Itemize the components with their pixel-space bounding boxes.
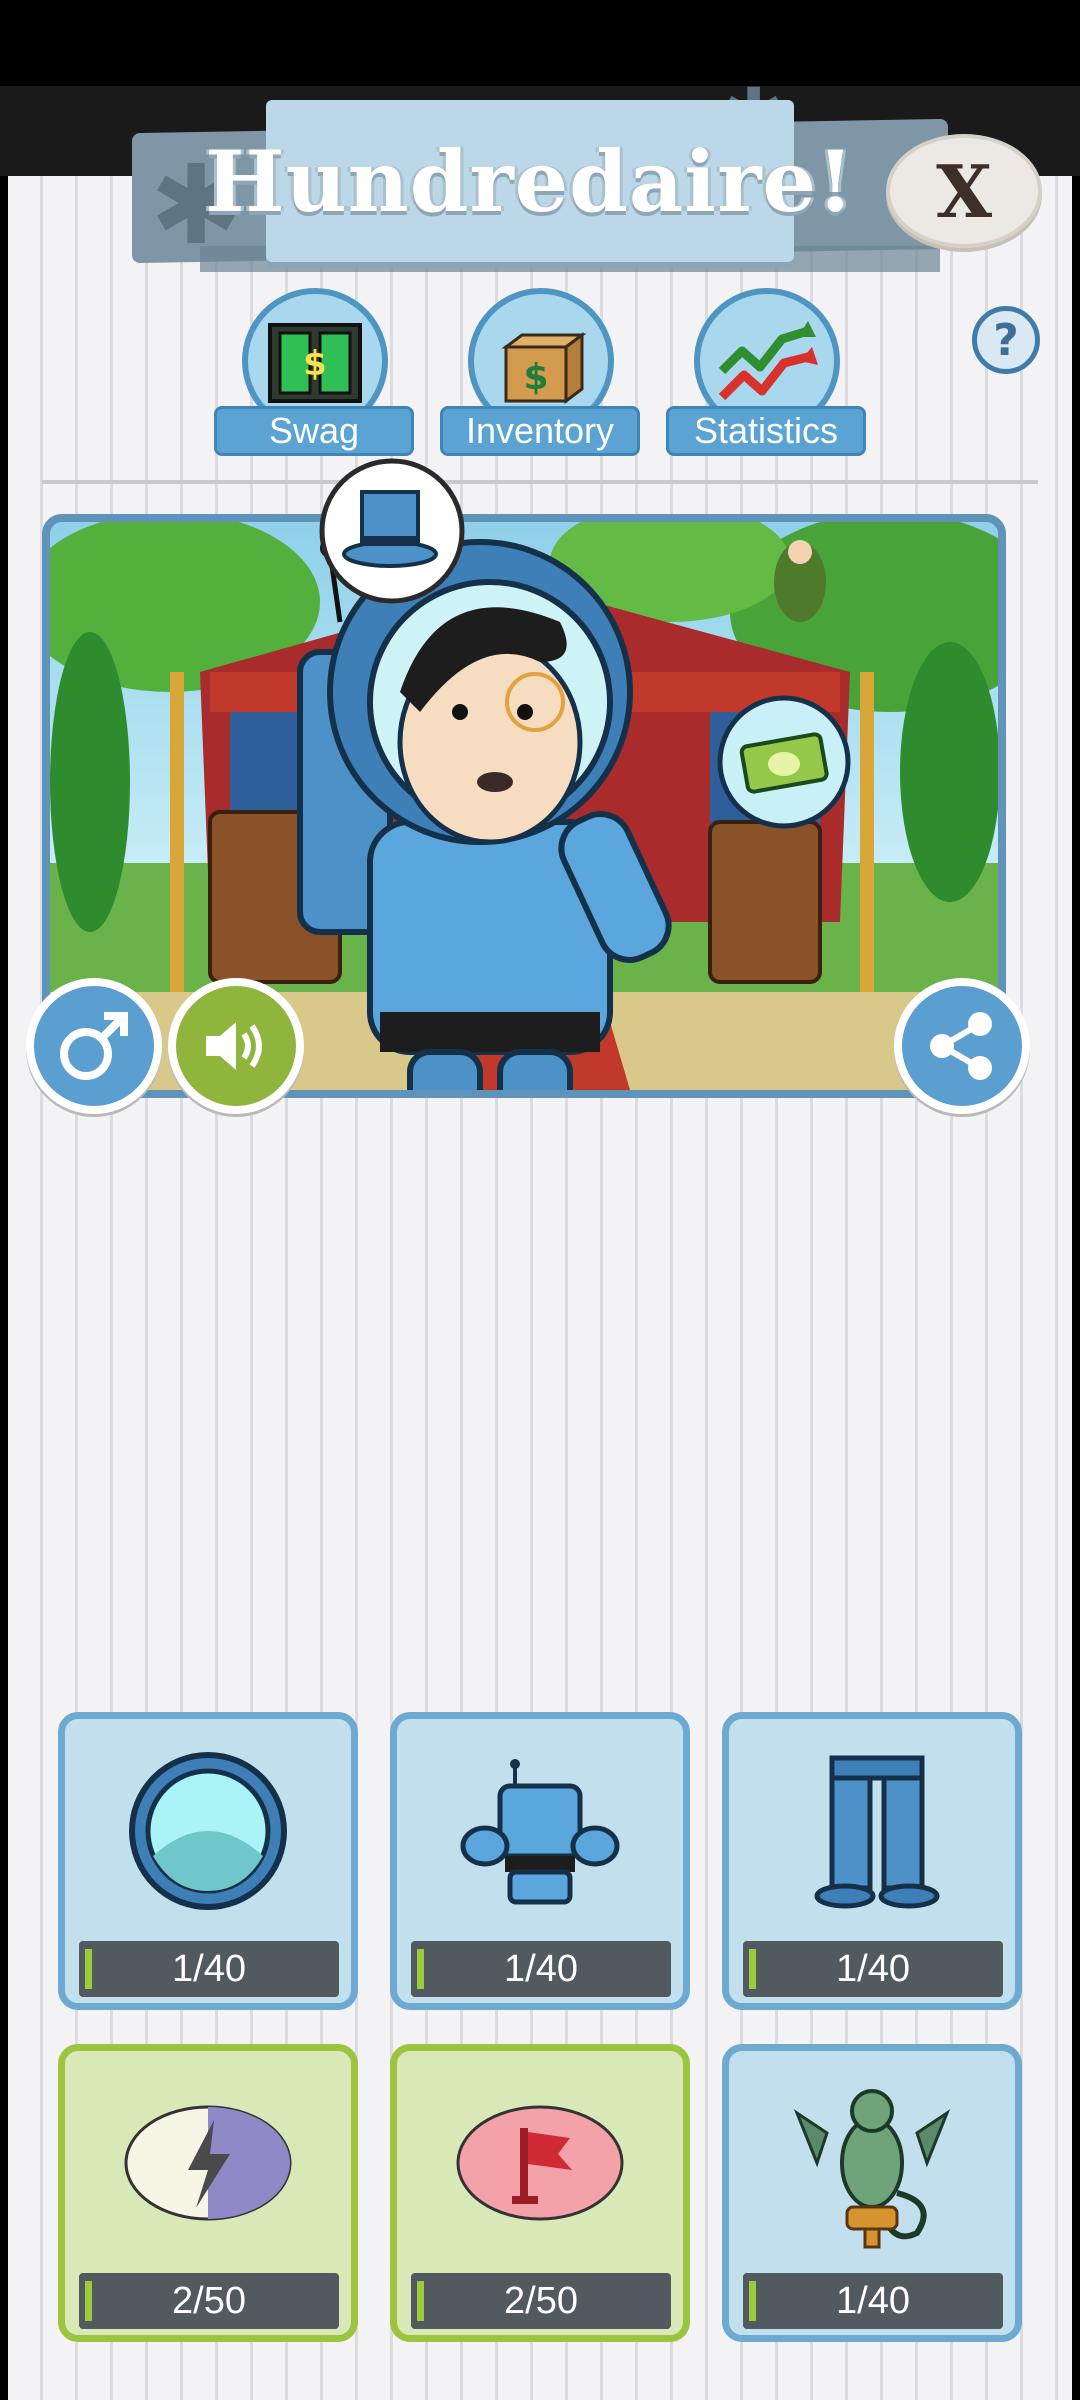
title-plate: Hundredaire! [205, 100, 854, 262]
male-symbol-icon [60, 1012, 128, 1080]
tab-inventory[interactable]: $ Inventory [440, 288, 640, 458]
share-button[interactable] [894, 978, 1030, 1114]
slot-progress: 1/40 [79, 1941, 339, 1997]
progress-fill [417, 1949, 424, 1989]
pants-icon [814, 1755, 940, 1909]
flag-icon [456, 2105, 624, 2221]
progress-fill [749, 1949, 756, 1989]
slot-count: 1/40 [836, 1948, 910, 1990]
close-icon: X [936, 148, 992, 234]
slot-count: 1/40 [172, 1948, 246, 1990]
progress-fill [85, 1949, 92, 1989]
slot-dragon[interactable]: 1/40 [722, 2044, 1022, 2342]
share-icon [930, 1012, 992, 1080]
slot-progress: 2/50 [411, 2273, 671, 2329]
slot-progress: 1/40 [743, 2273, 1003, 2329]
slot-energy[interactable]: 2/50 [58, 2044, 358, 2342]
gender-toggle-button[interactable] [26, 978, 162, 1114]
slot-progress: 1/40 [743, 1941, 1003, 1997]
energy-lightning-icon [124, 2105, 292, 2221]
dragon-icon [793, 2089, 951, 2249]
robot-armor-icon [460, 1759, 620, 1905]
svg-text:$: $ [523, 357, 548, 398]
slot-helmet[interactable]: 1/40 [58, 1712, 358, 2010]
divider [42, 480, 1038, 484]
tab-inventory-label: Inventory [440, 406, 640, 456]
tab-statistics[interactable]: Statistics [666, 288, 866, 458]
slot-count: 1/40 [836, 2280, 910, 2322]
close-button[interactable]: X [886, 134, 1042, 248]
slot-progress: 1/40 [411, 1941, 671, 1997]
slot-count: 2/50 [504, 2280, 578, 2322]
status-bar [0, 0, 1080, 86]
slot-pants[interactable]: 1/40 [722, 1712, 1022, 2010]
svg-text:$: $ [303, 344, 327, 384]
slot-flag[interactable]: 2/50 [390, 2044, 690, 2342]
help-icon: ? [993, 314, 1019, 366]
helmet-icon [129, 1752, 287, 1910]
tab-statistics-label: Statistics [666, 406, 866, 456]
tab-swag-label: Swag [214, 406, 414, 456]
top-hat-bubble-icon[interactable] [314, 456, 470, 606]
slot-count: 1/40 [504, 1948, 578, 1990]
progress-fill [85, 2281, 92, 2321]
progress-fill [749, 2281, 756, 2321]
progress-fill [417, 2281, 424, 2321]
speaker-icon [206, 1022, 262, 1070]
help-button[interactable]: ? [972, 306, 1040, 374]
sound-toggle-button[interactable] [168, 978, 304, 1114]
slot-armor[interactable]: 1/40 [390, 1712, 690, 2010]
page-title: Hundredaire! [205, 131, 855, 231]
tab-swag[interactable]: $ Swag [214, 288, 414, 458]
slot-count: 2/50 [172, 2280, 246, 2322]
cash-bubble-icon[interactable] [714, 692, 854, 832]
slot-progress: 2/50 [79, 2273, 339, 2329]
